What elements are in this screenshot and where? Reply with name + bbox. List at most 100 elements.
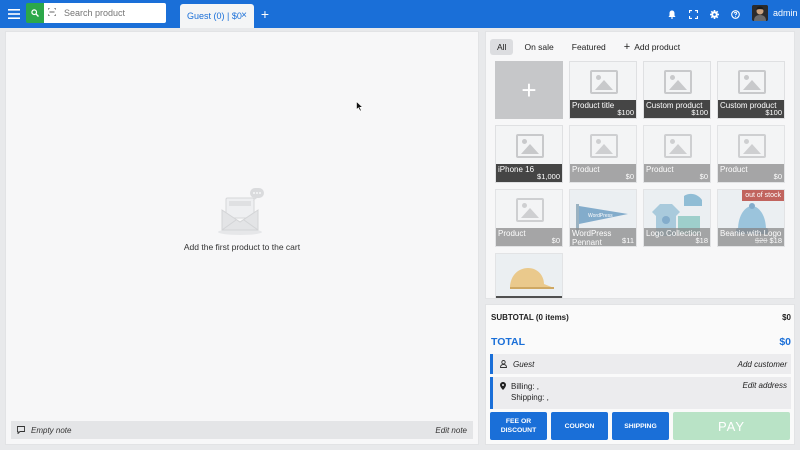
user-name[interactable]: admin: [773, 8, 798, 18]
add-cart-tab-button[interactable]: +: [258, 6, 272, 22]
product-name: Product: [646, 165, 674, 174]
product-name: Product: [572, 165, 600, 174]
avatar[interactable]: [752, 5, 768, 21]
total-label: TOTAL: [491, 336, 526, 348]
checkout-actions: FEE OR DISCOUNT COUPON SHIPPING PAY: [490, 412, 792, 440]
product-price: $100: [691, 108, 708, 117]
product-label: Product $0: [718, 164, 784, 182]
svg-text:WordPress: WordPress: [588, 213, 613, 219]
address-row[interactable]: Billing: , Shipping: , Edit address: [490, 377, 791, 409]
product-label: Custom product $100: [718, 100, 784, 118]
customer-row[interactable]: Guest Add customer: [490, 354, 791, 374]
image-placeholder-icon: [738, 70, 766, 94]
shipping-button[interactable]: SHIPPING: [612, 412, 669, 440]
image-placeholder-icon: [664, 70, 692, 94]
product-tile[interactable]: Custom product $100: [643, 61, 711, 119]
order-totals-panel: SUBTOTAL (0 items) $0 TOTAL $0 Guest Add…: [485, 304, 795, 445]
product-tile[interactable]: Product $0: [717, 125, 785, 183]
new-product-tile[interactable]: +: [495, 61, 563, 119]
search-icon[interactable]: [26, 3, 44, 23]
subtotal-row: SUBTOTAL (0 items) $0: [491, 313, 791, 322]
product-label: Beanie with Logo $20 $18: [718, 228, 784, 246]
plus-icon: +: [521, 74, 537, 105]
product-price: $100: [617, 108, 634, 117]
total-value: $0: [779, 336, 791, 348]
note-label: Empty note: [31, 425, 72, 435]
old-price: $20: [754, 236, 768, 245]
user-icon: [500, 360, 507, 368]
empty-cart-message: Add the first product to the cart: [183, 242, 301, 252]
close-icon[interactable]: ×: [241, 10, 247, 21]
search-field[interactable]: [44, 3, 166, 23]
top-bar: Guest (0) | $0 × + admin: [0, 0, 800, 28]
image-placeholder-icon: [516, 198, 544, 222]
shipping-address: Shipping: ,: [511, 393, 549, 402]
order-note-bar[interactable]: Empty note Edit note: [11, 421, 473, 439]
product-tile[interactable]: WordPress WordPress Pennant $11: [569, 189, 637, 247]
barcode-icon[interactable]: [47, 7, 57, 18]
product-price: $0: [773, 172, 782, 181]
product-label: Product $0: [644, 164, 710, 182]
bell-icon[interactable]: [665, 6, 679, 22]
subtotal-value: $0: [782, 313, 791, 322]
product-name: WordPress Pennant: [572, 229, 612, 247]
product-tile[interactable]: Product $0: [495, 189, 563, 247]
edit-address-link[interactable]: Edit address: [743, 381, 787, 409]
product-price: $18: [695, 236, 708, 245]
product-name: Product: [720, 165, 748, 174]
product-price: $1,000: [537, 172, 560, 181]
products-panel: All On sale Featured + Add product + Pro…: [485, 31, 795, 299]
product-price: $11: [622, 236, 634, 245]
product-price: $0: [625, 172, 634, 181]
product-tile[interactable]: iPhone 16 $1,000: [495, 125, 563, 183]
product-tile[interactable]: Custom product $100: [717, 61, 785, 119]
location-pin-icon: [500, 381, 506, 409]
billing-address: Billing: ,: [511, 382, 540, 391]
fee-or-discount-button[interactable]: FEE OR DISCOUNT: [490, 412, 547, 440]
filter-tab-featured[interactable]: Featured: [565, 39, 613, 55]
image-placeholder-icon: [590, 70, 618, 94]
product-label: WordPress Pennant $11: [570, 228, 636, 246]
add-customer-link[interactable]: Add customer: [738, 360, 787, 369]
coupon-button[interactable]: COUPON: [551, 412, 608, 440]
sale-price: $18: [769, 236, 782, 245]
product-price: $100: [765, 108, 782, 117]
product-filter-tabs: All On sale Featured + Add product: [490, 38, 691, 55]
search-input[interactable]: [64, 8, 159, 18]
product-tile[interactable]: Product title $100: [569, 61, 637, 119]
filter-tab-all[interactable]: All: [490, 38, 514, 55]
product-label: Product $0: [496, 228, 562, 246]
filter-tab-on-sale[interactable]: On sale: [517, 39, 560, 55]
product-name: Product title: [572, 101, 615, 110]
product-price: $20 $18: [755, 236, 782, 245]
product-tile[interactable]: Product $0: [569, 125, 637, 183]
product-name: Logo Collection: [646, 229, 702, 238]
edit-note-link[interactable]: Edit note: [435, 426, 467, 435]
empty-cart-icon: [212, 182, 272, 238]
customer-name: Guest: [513, 359, 535, 369]
gear-icon[interactable]: [707, 6, 721, 22]
product-tile[interactable]: Logo Collection $18: [643, 189, 711, 247]
product-tile[interactable]: Product $0: [643, 125, 711, 183]
add-product-button[interactable]: + Add product: [617, 38, 687, 56]
out-of-stock-badge: out of stock: [742, 190, 784, 201]
image-placeholder-icon: [590, 134, 618, 158]
image-placeholder-icon: [738, 134, 766, 158]
product-name: iPhone 16: [498, 165, 535, 174]
comment-icon: [17, 426, 25, 434]
tab-guest-cart[interactable]: Guest (0) | $0 ×: [180, 4, 254, 28]
product-tile[interactable]: [495, 253, 563, 298]
subtotal-label: SUBTOTAL (0 items): [491, 313, 569, 322]
plus-icon: +: [623, 40, 631, 53]
cart-tab-label: Guest (0) | $0: [187, 11, 242, 21]
help-icon[interactable]: [728, 6, 742, 22]
mouse-cursor-icon: [356, 101, 364, 112]
product-label: iPhone 16 $1,000: [496, 164, 562, 182]
product-label: Product title $100: [570, 100, 636, 118]
product-price: $0: [699, 172, 708, 181]
pay-button[interactable]: PAY: [673, 412, 790, 440]
empty-cart-state: Add the first product to the cart: [6, 182, 478, 252]
fullscreen-icon[interactable]: [686, 6, 700, 22]
menu-icon[interactable]: [6, 6, 22, 22]
product-tile[interactable]: out of stock Beanie with Logo $20 $18: [717, 189, 785, 247]
